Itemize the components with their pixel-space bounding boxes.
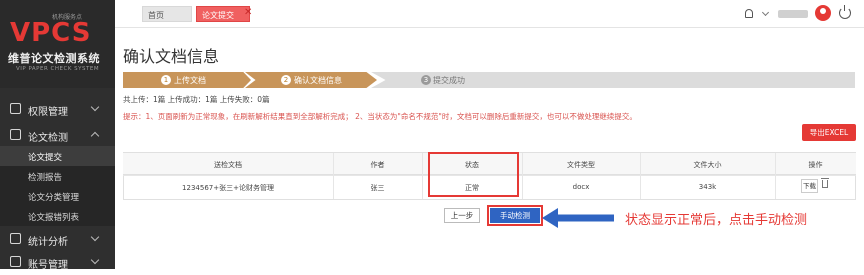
tab-label: 论文提交 [202, 11, 234, 20]
trash-icon[interactable] [821, 178, 829, 188]
download-button[interactable]: 下载 [801, 179, 818, 193]
sidebar-item-label: 论文分类管理 [28, 193, 80, 203]
nav-permission-management[interactable]: 权限管理 [0, 96, 115, 122]
logo-text: VPCS [10, 18, 92, 48]
sidebar-item-label: 论文提交 [28, 153, 63, 163]
cell-document: 1234567+张三+论财务管理 [182, 184, 274, 192]
prev-step-button[interactable]: 上一步 [444, 208, 480, 223]
chart-icon [10, 233, 21, 244]
column-header: 文件大小 [693, 161, 722, 169]
tip-text: 提示：1、页面刷新为正常现象，在刷新解析结果直到全部解析完成； 2、当状态为"命… [123, 112, 637, 121]
nav-paper-check[interactable]: 论文检测 [0, 122, 115, 148]
arrow-head [542, 208, 558, 228]
tab-paper-submit[interactable]: 论文提交 [196, 6, 250, 22]
nav-label: 权限管理 [28, 107, 68, 118]
step-label: 确认文档信息 [294, 76, 342, 85]
chevron-down-icon [90, 232, 100, 242]
status-highlight-box [428, 152, 519, 197]
cell-author: 张三 [370, 184, 385, 192]
avatar[interactable] [815, 5, 831, 21]
document-icon [10, 129, 21, 140]
step-confirm: 2 确认文档信息 [245, 72, 377, 88]
chevron-down-icon [90, 102, 100, 112]
power-icon[interactable] [839, 5, 851, 19]
nav-account-management[interactable]: 账号管理 [0, 249, 115, 275]
shield-icon [10, 103, 21, 114]
step-label: 提交成功 [433, 76, 465, 85]
user-name[interactable] [778, 10, 808, 18]
column-header: 作者 [370, 161, 385, 169]
sidebar-item-label: 检测报告 [28, 173, 63, 183]
sidebar-item-paper-category[interactable]: 论文分类管理 [0, 186, 115, 206]
close-icon[interactable]: ✕ [244, 7, 252, 18]
logo-chinese-name: 维普论文检测系统 [8, 52, 100, 65]
user-icon [10, 256, 21, 267]
cell-file-type: docx [572, 183, 590, 191]
bell-icon[interactable] [745, 9, 753, 18]
chevron-up-icon [90, 131, 100, 141]
chevron-down-icon [90, 255, 100, 265]
step-number: 2 [281, 75, 291, 85]
logo: 机构服务点 VPCS 维普论文检测系统 VIP PAPER CHECK SYST… [0, 0, 115, 88]
nav-label: 统计分析 [28, 237, 68, 248]
annotation-arrow [542, 208, 614, 228]
column-header: 操作 [808, 161, 823, 169]
cell-file-size: 343k [698, 183, 717, 191]
step-label: 上传文档 [174, 76, 206, 85]
column-header: 送检文档 [214, 161, 242, 169]
tab-home[interactable]: 首页 [142, 6, 192, 22]
column-header: 文件类型 [567, 161, 595, 169]
sidebar-item-check-report[interactable]: 检测报告 [0, 166, 115, 186]
upload-stats: 共上传：1篇 上传成功：1篇 上传失败：0篇 [123, 95, 270, 104]
logo-english-name: VIP PAPER CHECK SYSTEM [16, 66, 100, 72]
page-title: 确认文档信息 [123, 47, 220, 66]
manual-check-button[interactable]: 手动检测 [490, 208, 540, 223]
sidebar-item-label: 论文报错列表 [28, 213, 80, 223]
step-number: 3 [421, 75, 431, 85]
step-upload: 1 上传文档 [123, 72, 251, 88]
nav-label: 论文检测 [28, 133, 68, 144]
step-number: 1 [161, 75, 171, 85]
sidebar-item-paper-error-list[interactable]: 论文报错列表 [0, 206, 115, 226]
export-excel-button[interactable]: 导出EXCEL [802, 124, 856, 141]
sidebar-item-paper-submit[interactable]: 论文提交 [0, 146, 115, 166]
tab-label: 首页 [148, 11, 164, 20]
step-success: 3 提交成功 [371, 72, 855, 88]
annotation-text: 状态显示正常后，点击手动检测 [625, 213, 808, 228]
